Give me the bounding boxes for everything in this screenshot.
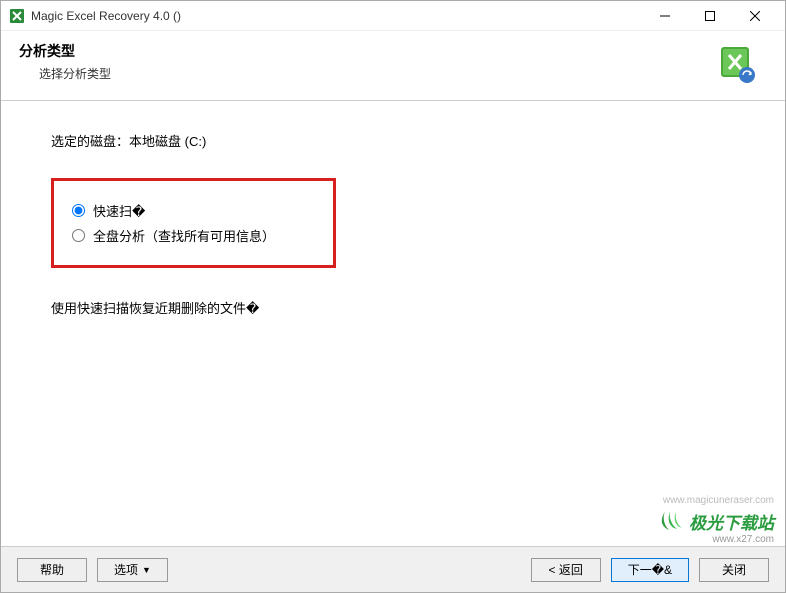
full-scan-option[interactable]: 全盘分析（查找所有可用信息）	[72, 226, 315, 245]
app-icon	[9, 8, 25, 24]
maximize-button[interactable]	[687, 2, 732, 30]
content-area: 选定的磁盘：本地磁盘 (C:) 快速扫� 全盘分析（查找所有可用信息） 使用快速…	[1, 101, 785, 546]
help-button[interactable]: 帮助	[17, 558, 87, 582]
bottom-toolbar: 帮助 选项 ▼ < 返回 下一�& 关闭	[1, 546, 785, 592]
page-subtitle: 选择分析类型	[39, 65, 715, 82]
page-header: 分析类型 选择分析类型	[1, 31, 785, 101]
titlebar: Magic Excel Recovery 4.0 ()	[1, 1, 785, 31]
close-button[interactable]	[732, 2, 777, 30]
window-title: Magic Excel Recovery 4.0 ()	[31, 9, 642, 23]
options-button[interactable]: 选项 ▼	[97, 558, 168, 582]
left-button-group: 帮助 选项 ▼	[17, 558, 168, 582]
header-text: 分析类型 选择分析类型	[19, 41, 715, 82]
back-button[interactable]: < 返回	[531, 558, 601, 582]
minimize-button[interactable]	[642, 2, 687, 30]
page-title: 分析类型	[19, 41, 715, 61]
next-button[interactable]: 下一�&	[611, 558, 689, 582]
selected-disk-label: 选定的磁盘：本地磁盘 (C:)	[51, 131, 735, 150]
window-controls	[642, 2, 777, 30]
app-window: Magic Excel Recovery 4.0 () 分析类型 选择分析类型	[0, 0, 786, 593]
quick-scan-radio[interactable]	[72, 204, 85, 217]
options-button-label: 选项	[114, 561, 138, 578]
chevron-down-icon: ▼	[142, 565, 151, 575]
scan-options-highlight-box: 快速扫� 全盘分析（查找所有可用信息）	[51, 178, 336, 268]
right-button-group: < 返回 下一�& 关闭	[531, 558, 769, 582]
full-scan-label: 全盘分析（查找所有可用信息）	[93, 226, 275, 245]
quick-scan-label: 快速扫�	[93, 201, 145, 220]
excel-recovery-icon	[715, 43, 757, 88]
quick-scan-option[interactable]: 快速扫�	[72, 201, 315, 220]
cancel-button[interactable]: 关闭	[699, 558, 769, 582]
full-scan-radio[interactable]	[72, 229, 85, 242]
scan-description: 使用快速扫描恢复近期删除的文件�	[51, 298, 735, 317]
